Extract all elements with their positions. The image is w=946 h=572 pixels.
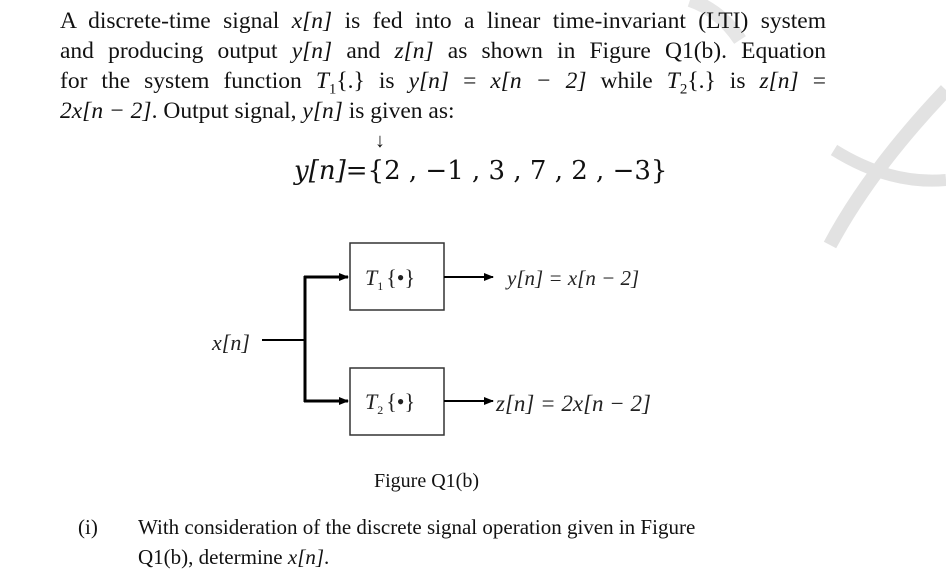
question-line-2: Q1(b), determine x[n]. bbox=[138, 542, 838, 572]
block-T2-label: T2 {•} bbox=[365, 389, 415, 417]
block-argument: {•} bbox=[386, 389, 415, 414]
block-subscript: 2 bbox=[377, 403, 383, 417]
question-line-1: With consideration of the discrete signa… bbox=[138, 515, 696, 539]
block-T1-label: T1 {•} bbox=[365, 265, 415, 293]
text: Q1(b), determine bbox=[138, 545, 288, 569]
question-text: With consideration of the discrete signa… bbox=[138, 512, 838, 572]
figure-caption: Figure Q1(b) bbox=[374, 470, 479, 492]
output2-label: z[n] = 2x[n − 2] bbox=[495, 391, 651, 416]
question-number: (i) bbox=[78, 515, 98, 539]
block-subscript: 1 bbox=[377, 279, 383, 293]
text: . bbox=[324, 545, 330, 569]
block-argument: {•} bbox=[386, 265, 415, 290]
output1-label: y[n] = x[n − 2] bbox=[505, 266, 639, 290]
input-label: x[n] bbox=[211, 330, 250, 355]
math-x-n: x[n] bbox=[287, 545, 325, 569]
